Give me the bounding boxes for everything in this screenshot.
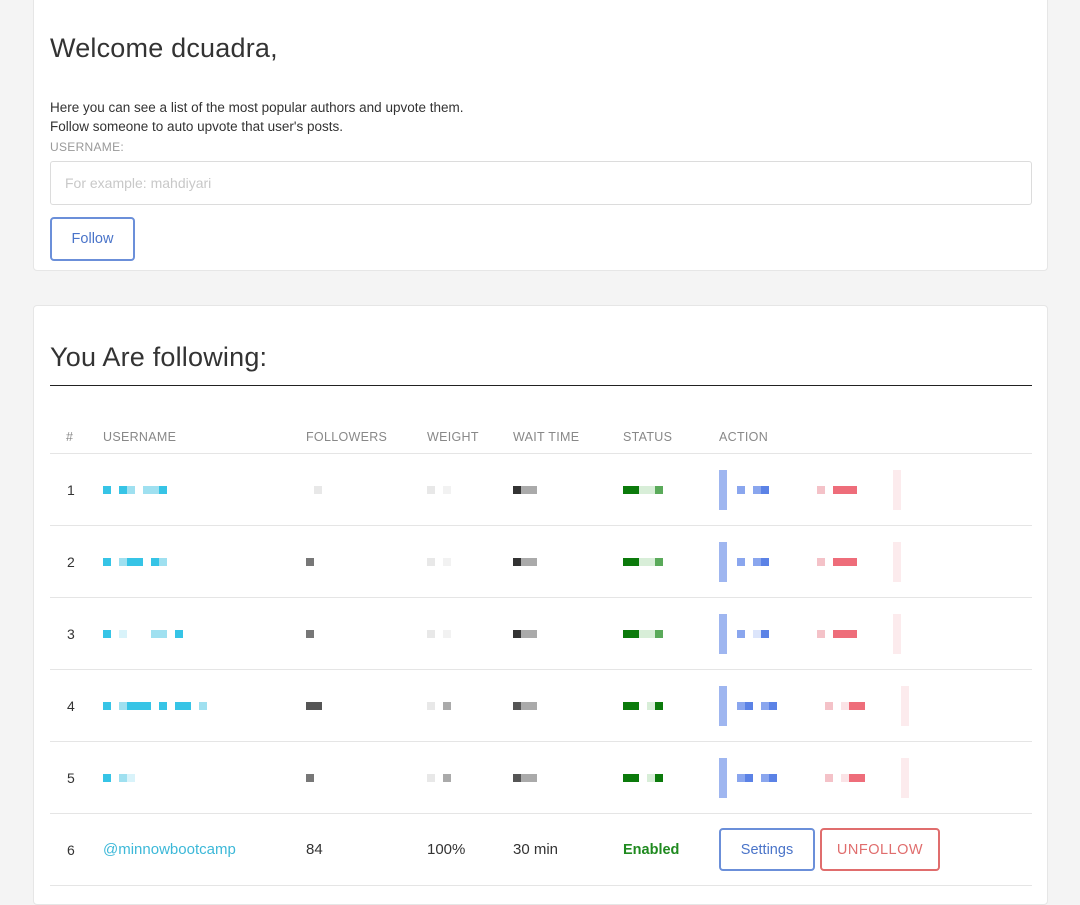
row-actions-pixelated: [719, 670, 909, 741]
username-label: USERNAME:: [50, 140, 125, 154]
settings-label-pixelated: [737, 773, 777, 782]
wait-time-pixelated: [513, 557, 537, 566]
intro-line-1: Here you can see a list of the most popu…: [50, 100, 464, 115]
username-pixelated: [103, 485, 167, 494]
weight-pixelated: [427, 773, 451, 782]
unfollow-label-pixelated: [817, 557, 857, 566]
unfollow-button[interactable]: UNFOLLOW: [820, 828, 940, 871]
table-row-obscured: 5: [50, 742, 1032, 814]
settings-button-pixelated: [719, 613, 727, 654]
row-number: 2: [67, 553, 75, 570]
row-number: 1: [67, 481, 75, 498]
settings-button-pixelated: [719, 469, 727, 510]
unfollow-button-pixelated: [893, 541, 901, 582]
follow-card: Welcome dcuadra, Here you can see a list…: [33, 0, 1048, 271]
column-header-status: STATUS: [623, 430, 673, 444]
column-header-followers: FOLLOWERS: [306, 430, 388, 444]
weight-pixelated: [427, 629, 451, 638]
unfollow-label-pixelated: [825, 701, 865, 710]
unfollow-button-pixelated: [893, 613, 901, 654]
column-header-username: USERNAME: [103, 430, 177, 444]
table-row: 6 @minnowbootcamp 84 100% 30 min Enabled…: [50, 814, 1032, 886]
username-input[interactable]: [50, 161, 1032, 205]
status-pixelated: [623, 485, 663, 494]
weight-pixelated: [427, 701, 451, 710]
followers-pixelated: [306, 773, 314, 782]
following-card: You Are following: # USERNAME FOLLOWERS …: [33, 305, 1048, 905]
unfollow-button-pixelated: [901, 757, 909, 798]
vote-weight: 100%: [427, 841, 466, 858]
unfollow-label-pixelated: [817, 629, 857, 638]
unfollow-button-pixelated: [901, 685, 909, 726]
settings-label-pixelated: [737, 629, 769, 638]
username-pixelated: [103, 557, 167, 566]
settings-label-pixelated: [737, 701, 777, 710]
username-pixelated: [103, 773, 135, 782]
followers-pixelated: [306, 629, 314, 638]
wait-time-pixelated: [513, 485, 537, 494]
row-number: 4: [67, 697, 75, 714]
unfollow-label-pixelated: [825, 773, 865, 782]
followers-pixelated: [306, 485, 322, 494]
table-header: # USERNAME FOLLOWERS WEIGHT WAIT TIME ST…: [50, 420, 1032, 454]
status-pixelated: [623, 557, 663, 566]
status-pixelated: [623, 629, 663, 638]
settings-label-pixelated: [737, 485, 769, 494]
wait-time-pixelated: [513, 629, 537, 638]
row-actions-pixelated: [719, 598, 901, 669]
column-header-weight: WEIGHT: [427, 430, 479, 444]
status-pixelated: [623, 701, 663, 710]
row-actions-pixelated: [719, 454, 901, 525]
followers-count: 84: [306, 841, 323, 858]
wait-time-pixelated: [513, 701, 537, 710]
table-row-obscured: 2: [50, 526, 1032, 598]
weight-pixelated: [427, 485, 451, 494]
unfollow-button-pixelated: [893, 469, 901, 510]
table-row-obscured: 1: [50, 454, 1032, 526]
row-number: 6: [67, 841, 75, 858]
settings-button-pixelated: [719, 541, 727, 582]
column-header-wait-time: WAIT TIME: [513, 430, 580, 444]
username-pixelated: [103, 701, 207, 710]
follow-button[interactable]: Follow: [50, 217, 135, 261]
row-actions: Settings UNFOLLOW: [719, 814, 959, 885]
column-header-number: #: [66, 430, 74, 444]
settings-button[interactable]: Settings: [719, 828, 815, 871]
settings-button-pixelated: [719, 685, 727, 726]
status-badge: Enabled: [623, 841, 680, 858]
row-number: 5: [67, 769, 75, 786]
status-pixelated: [623, 773, 663, 782]
row-actions-pixelated: [719, 526, 901, 597]
row-actions-pixelated: [719, 742, 909, 813]
column-header-action: ACTION: [719, 430, 769, 444]
table-row-obscured: 4: [50, 670, 1032, 742]
followers-pixelated: [306, 701, 322, 710]
following-table: # USERNAME FOLLOWERS WEIGHT WAIT TIME ST…: [50, 420, 1032, 886]
weight-pixelated: [427, 557, 451, 566]
heading-divider: [50, 385, 1032, 386]
unfollow-label-pixelated: [817, 485, 857, 494]
welcome-heading: Welcome dcuadra,: [50, 33, 278, 63]
following-heading: You Are following:: [50, 342, 268, 372]
username-pixelated: [103, 629, 183, 638]
intro-text: Here you can see a list of the most popu…: [50, 98, 464, 136]
settings-label-pixelated: [737, 557, 769, 566]
followers-pixelated: [306, 557, 314, 566]
intro-line-2: Follow someone to auto upvote that user'…: [50, 119, 343, 134]
username-link[interactable]: @minnowbootcamp: [103, 841, 236, 858]
wait-time: 30 min: [513, 841, 559, 858]
wait-time-pixelated: [513, 773, 537, 782]
row-number: 3: [67, 625, 75, 642]
settings-button-pixelated: [719, 757, 727, 798]
table-row-obscured: 3: [50, 598, 1032, 670]
